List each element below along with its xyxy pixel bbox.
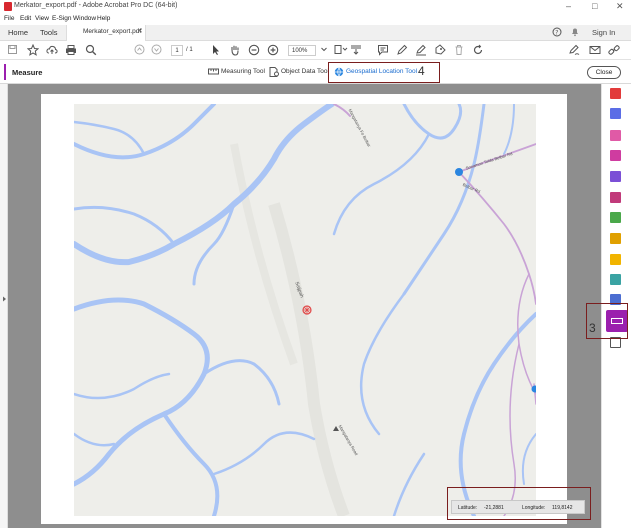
menu-edit[interactable]: Edit (20, 15, 31, 22)
upload-cloud-icon[interactable] (46, 44, 58, 56)
expand-left-panel-icon[interactable] (2, 296, 7, 304)
page-number-input[interactable]: 1 (171, 45, 183, 56)
stamp-icon[interactable] (434, 44, 446, 56)
menu-window[interactable]: Window (73, 15, 96, 22)
sign-in-button[interactable]: Sign In (592, 28, 615, 37)
measuring-tool-button[interactable]: Measuring Tool (221, 68, 265, 75)
export-pdf-tool-icon[interactable] (610, 88, 621, 99)
menu-bar: File Edit View E-Sign Window Help (0, 14, 631, 25)
close-measure-button[interactable]: Close (587, 66, 621, 79)
minimize-button[interactable]: – (566, 1, 571, 11)
svg-text:?: ? (555, 30, 558, 37)
tab-bar: Home Tools Merkator_export.pdf ✕ ? Sign … (0, 25, 631, 41)
menu-file[interactable]: File (4, 15, 14, 22)
menu-esign[interactable]: E-Sign (52, 15, 72, 22)
export-tool-icon[interactable] (610, 212, 621, 223)
bookmark-star-icon[interactable] (26, 43, 40, 56)
fill-sign-tool-icon[interactable] (610, 171, 621, 182)
zoom-dropdown-chevron-icon[interactable] (318, 44, 330, 56)
object-data-icon (269, 67, 280, 77)
callout-label-4: 4 (418, 64, 425, 78)
tab-tools[interactable]: Tools (40, 28, 58, 37)
notification-bell-icon[interactable] (570, 27, 580, 39)
print-production-tool-icon[interactable] (610, 274, 621, 285)
tab-document[interactable]: Merkator_export.pdf ✕ (66, 25, 146, 41)
main-toolbar: 1 / 1 100% (0, 41, 631, 60)
coordinate-readout: Latitude: -21,2881 Longitude: 119,8142 (451, 500, 585, 514)
tab-home[interactable]: Home (8, 28, 28, 37)
previous-page-icon[interactable] (133, 44, 145, 56)
maximize-button[interactable]: □ (592, 1, 597, 11)
zoom-search-icon[interactable] (85, 44, 97, 56)
document-tab-label: Merkator_export.pdf (83, 28, 142, 35)
edit-pdf-tool-icon[interactable] (610, 130, 621, 141)
select-cursor-icon[interactable] (210, 44, 222, 56)
organize-pages-tool-icon[interactable] (610, 192, 621, 203)
fill-sign-icon[interactable] (568, 44, 580, 56)
print-icon[interactable] (65, 44, 77, 56)
title-bar: Merkator_export.pdf - Adobe Acrobat Pro … (0, 0, 631, 14)
menu-view[interactable]: View (35, 15, 49, 22)
object-data-tool-button[interactable]: Object Data Tool (281, 68, 329, 75)
share-link-icon[interactable] (608, 44, 620, 56)
comment-tool-icon[interactable] (610, 233, 621, 244)
longitude-label: Longitude: (522, 505, 546, 511)
close-tab-icon[interactable]: ✕ (137, 27, 143, 35)
zoom-out-icon[interactable] (248, 44, 260, 56)
measure-accent-bar (4, 64, 6, 80)
hand-tool-icon[interactable] (229, 44, 241, 56)
page-display-icon[interactable] (334, 44, 348, 56)
page-total-label: / 1 (186, 47, 193, 53)
draw-signature-icon[interactable] (415, 44, 427, 56)
scroll-mode-icon[interactable] (350, 44, 362, 56)
window-title: Merkator_export.pdf - Adobe Acrobat Pro … (14, 2, 178, 9)
ruler-icon (208, 67, 219, 76)
email-icon[interactable] (589, 44, 601, 56)
combine-files-tool-icon[interactable] (610, 150, 621, 161)
map-image[interactable]: Saijpah Sonamon Tolda Belbar Rd Belbar R… (74, 104, 536, 516)
save-icon[interactable] (6, 44, 18, 56)
comment-icon[interactable] (377, 44, 389, 56)
delete-trash-icon[interactable] (453, 44, 465, 56)
rotate-icon[interactable] (472, 44, 484, 56)
left-panel-toggle[interactable] (0, 84, 8, 528)
village-location-marker[interactable] (302, 305, 312, 315)
highlight-pen-icon[interactable] (396, 44, 408, 56)
next-page-icon[interactable] (150, 44, 162, 56)
measure-title: Measure (12, 68, 43, 77)
menu-help[interactable]: Help (97, 15, 110, 22)
acrobat-app-icon (4, 2, 12, 11)
help-icon[interactable]: ? (552, 27, 562, 39)
create-pdf-tool-icon[interactable] (610, 108, 621, 119)
callout-label-3: 3 (589, 321, 596, 335)
measure-toolbar: Measure Measuring Tool Object Data Tool … (0, 60, 631, 84)
longitude-value: 119,8142 (552, 505, 573, 511)
close-window-button[interactable]: ✕ (616, 1, 624, 12)
latitude-label: Latitude: (458, 505, 478, 511)
latitude-value: -21,2881 (484, 505, 504, 511)
zoom-level-select[interactable]: 100% (288, 45, 316, 56)
zoom-in-icon[interactable] (267, 44, 279, 56)
stamp-tool-icon[interactable] (610, 254, 621, 265)
